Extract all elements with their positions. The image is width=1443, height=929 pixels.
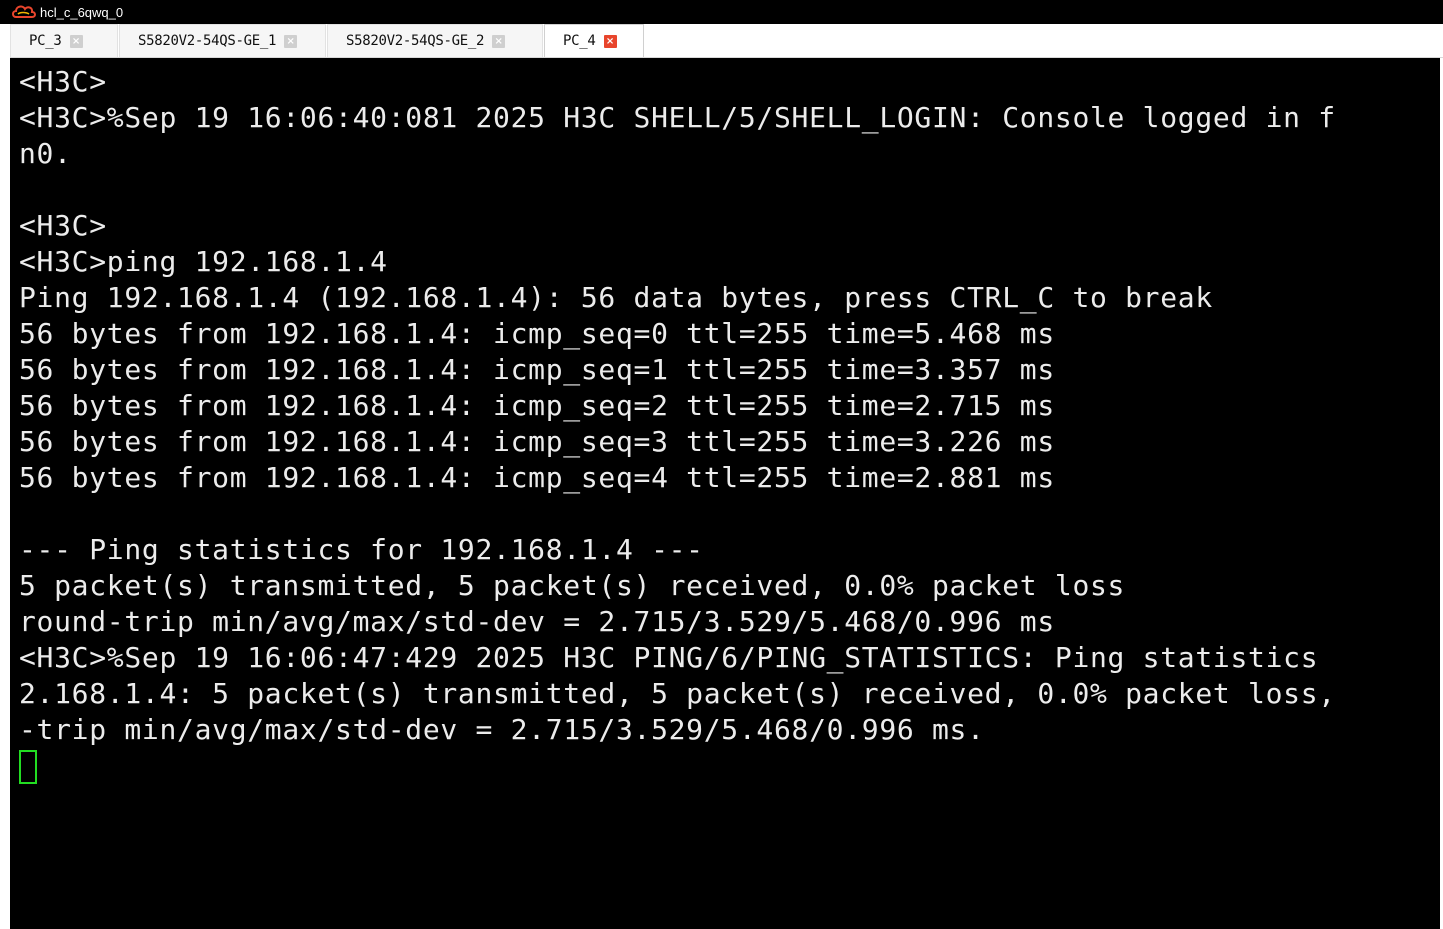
terminal-line: 5 packet(s) transmitted, 5 packet(s) rec…	[19, 569, 1126, 602]
terminal-line: -trip min/avg/max/std-dev = 2.715/3.529/…	[19, 713, 985, 746]
terminal-line: 56 bytes from 192.168.1.4: icmp_seq=0 tt…	[19, 317, 1055, 350]
left-border	[0, 24, 10, 929]
tab-label: PC_3	[29, 33, 62, 49]
terminal-line: <H3C>%Sep 19 16:06:47:429 2025 H3C PING/…	[19, 641, 1319, 674]
close-icon[interactable]: ×	[69, 34, 83, 48]
tab-label: S5820V2-54QS-GE_2	[346, 33, 485, 49]
tab-pc-3[interactable]: PC_3 ×	[10, 24, 118, 57]
terminal-line: 56 bytes from 192.168.1.4: icmp_seq=2 tt…	[19, 389, 1055, 422]
cloud-logo-icon	[12, 5, 36, 18]
terminal-line: round-trip min/avg/max/std-dev = 2.715/3…	[19, 605, 1055, 638]
terminal-line: --- Ping statistics for 192.168.1.4 ---	[19, 533, 704, 566]
tab-s5820v2-54qs-ge-2[interactable]: S5820V2-54QS-GE_2 ×	[327, 24, 543, 57]
terminal-line: 56 bytes from 192.168.1.4: icmp_seq=1 tt…	[19, 353, 1055, 386]
terminal-line: 56 bytes from 192.168.1.4: icmp_seq=4 tt…	[19, 461, 1055, 494]
tab-label: S5820V2-54QS-GE_1	[138, 33, 277, 49]
close-icon[interactable]: ×	[284, 34, 298, 48]
close-icon[interactable]: ×	[492, 34, 506, 48]
terminal-line: <H3C>	[19, 65, 107, 98]
tab-label: PC_4	[563, 33, 596, 49]
terminal-console[interactable]: <H3C> <H3C>%Sep 19 16:06:40:081 2025 H3C…	[10, 58, 1440, 929]
terminal-line: <H3C>	[19, 209, 107, 242]
close-icon[interactable]: ×	[603, 34, 617, 48]
terminal-cursor	[19, 750, 37, 784]
terminal-line: 2.168.1.4: 5 packet(s) transmitted, 5 pa…	[19, 677, 1336, 710]
terminal-line: 56 bytes from 192.168.1.4: icmp_seq=3 tt…	[19, 425, 1055, 458]
terminal-line: <H3C>ping 192.168.1.4	[19, 245, 388, 278]
terminal-line: <H3C>%Sep 19 16:06:40:081 2025 H3C SHELL…	[19, 101, 1336, 134]
tab-bar: PC_3 × S5820V2-54QS-GE_1 × S5820V2-54QS-…	[10, 24, 1443, 58]
window-titlebar: hcl_c_6qwq_0	[0, 0, 1443, 24]
terminal-line: n0.	[19, 137, 72, 170]
tab-s5820v2-54qs-ge-1[interactable]: S5820V2-54QS-GE_1 ×	[119, 24, 326, 57]
terminal-line: Ping 192.168.1.4 (192.168.1.4): 56 data …	[19, 281, 1213, 314]
tab-pc-4[interactable]: PC_4 ×	[544, 24, 644, 57]
window-title: hcl_c_6qwq_0	[40, 4, 124, 20]
